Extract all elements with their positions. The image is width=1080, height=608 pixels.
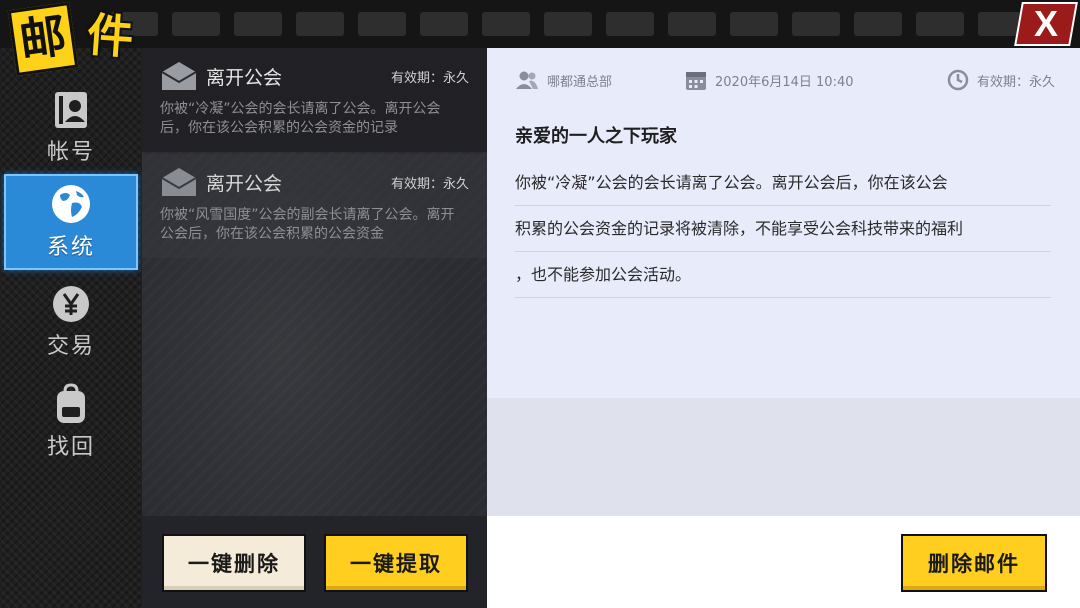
sidebar: 帐号 系统 交易 找回 <box>0 80 142 608</box>
mail-subject: 离开公会 <box>206 172 283 195</box>
clock-icon <box>947 69 969 91</box>
film-hole <box>234 12 282 36</box>
mail-body-line: ，也不能参加公会活动。 <box>515 252 1051 298</box>
film-hole <box>792 12 840 36</box>
mail-date-text: 2020年6月14日 10:40 <box>715 74 854 90</box>
envelope-icon <box>161 168 197 196</box>
film-hole <box>544 12 592 36</box>
mail-body-line: 积累的公会资金的记录将被清除，不能享受公会科技带来的福利 <box>515 206 1051 252</box>
mail-meta-row: 哪都通总部 2020年6月14日 10:40 有效期：永久 <box>515 66 1055 94</box>
film-hole <box>296 12 344 36</box>
delete-all-button[interactable]: 一键删除 <box>162 534 306 592</box>
film-hole <box>420 12 468 36</box>
film-hole <box>916 12 964 36</box>
mail-body-line: 你被“冷凝”公会的会长请离了公会。离开公会后，你在该公会 <box>515 160 1051 206</box>
mail-list: 离开公会 有效期：永久 你被“冷凝”公会的会长请离了公会。离开公会后，你在该公会… <box>142 48 487 608</box>
envelope-icon <box>161 62 197 90</box>
mail-list-footer: 一键删除 一键提取 <box>142 516 487 608</box>
globe-icon <box>52 185 90 223</box>
sidebar-item-account[interactable]: 帐号 <box>4 80 138 176</box>
close-icon: X <box>1033 3 1058 44</box>
mail-detail: 哪都通总部 2020年6月14日 10:40 有效期：永久 亲爱的一人之下玩家 … <box>487 48 1080 608</box>
sidebar-item-label: 系统 <box>46 235 95 260</box>
sidebar-item-trade[interactable]: 交易 <box>4 274 138 370</box>
sidebar-item-system[interactable]: 系统 <box>4 174 138 270</box>
calendar-icon <box>686 72 706 90</box>
page-title-char: 件 <box>85 7 136 65</box>
user-icon <box>516 71 538 89</box>
mail-preview: 你被“风雪国度”公会的副会长请离了公会。离开公会后，你在该公会积累的公会资金 <box>160 207 455 242</box>
mail-sender: 哪都通总部 <box>515 70 685 90</box>
delete-mail-button[interactable]: 删除邮件 <box>901 534 1047 592</box>
claim-all-button[interactable]: 一键提取 <box>324 534 468 592</box>
film-hole <box>730 12 778 36</box>
mail-date: 2020年6月14日 10:40 <box>685 69 935 91</box>
film-hole <box>358 12 406 36</box>
mail-list-item[interactable]: 离开公会 有效期：永久 你被“风雪国度”公会的副会长请离了公会。离开公会后，你在… <box>142 154 487 258</box>
page-title: 邮 件 <box>6 2 156 80</box>
mail-validity: 有效期：永久 <box>390 70 469 86</box>
mail-list-item[interactable]: 离开公会 有效期：永久 你被“冷凝”公会的会长请离了公会。离开公会后，你在该公会… <box>142 48 487 152</box>
mail-subject: 离开公会 <box>206 66 283 89</box>
mail-preview: 你被“冷凝”公会的会长请离了公会。离开公会后，你在该公会积累的公会资金的记录 <box>160 101 441 136</box>
mail-validity-text: 有效期：永久 <box>976 74 1055 90</box>
film-hole <box>172 12 220 36</box>
film-hole <box>668 12 716 36</box>
film-hole <box>854 12 902 36</box>
film-hole <box>606 12 654 36</box>
mail-greeting: 亲爱的一人之下玩家 <box>515 126 677 147</box>
mail-validity: 有效期：永久 <box>947 69 1055 91</box>
film-hole <box>482 12 530 36</box>
sidebar-item-label: 找回 <box>46 435 95 460</box>
sidebar-item-label: 交易 <box>46 334 95 359</box>
mail-detail-footer: 删除邮件 <box>487 516 1080 608</box>
page-title-char: 邮 <box>7 2 79 76</box>
yen-coin-icon <box>53 286 89 322</box>
sidebar-item-label: 帐号 <box>46 140 95 165</box>
mail-sender-name: 哪都通总部 <box>547 74 613 90</box>
close-button[interactable]: X <box>1014 2 1078 46</box>
mail-validity: 有效期：永久 <box>390 176 469 192</box>
contact-card-icon <box>55 92 87 128</box>
sidebar-item-recover[interactable]: 找回 <box>4 374 138 470</box>
backpack-icon <box>57 383 85 423</box>
film-strip-decoration <box>0 0 1080 48</box>
